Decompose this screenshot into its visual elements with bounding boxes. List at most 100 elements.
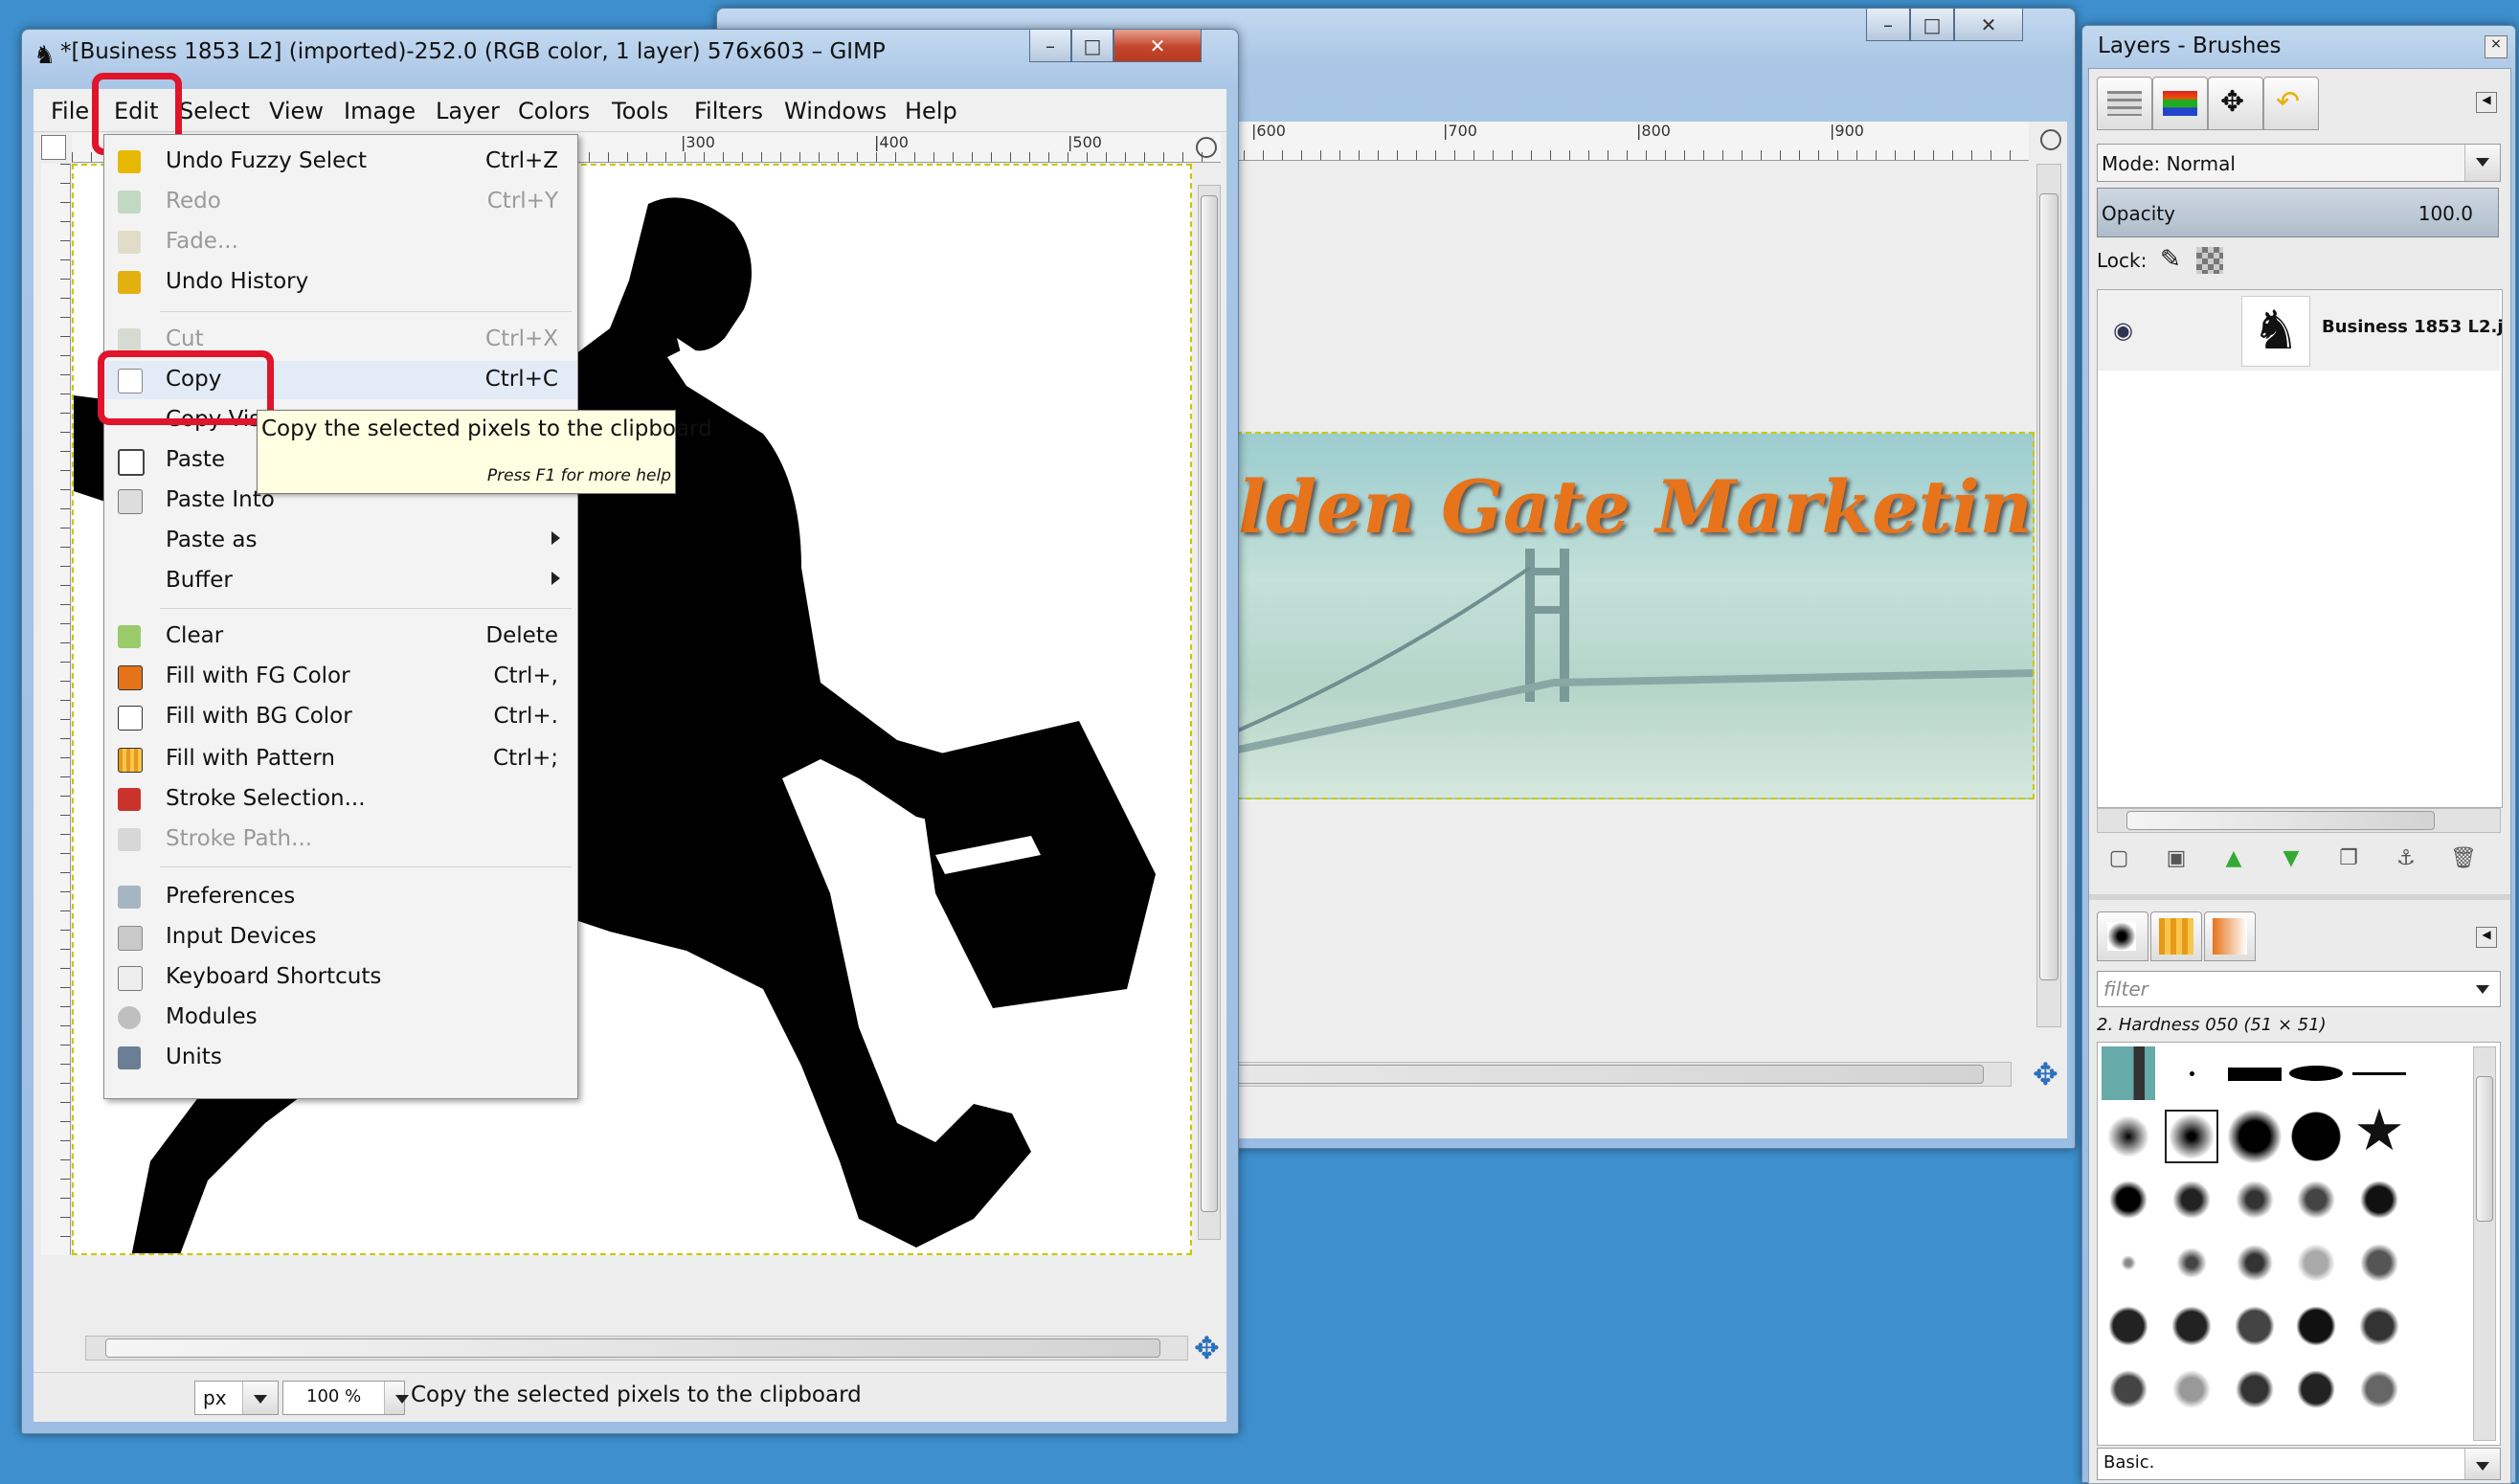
unit-selector[interactable]: px (194, 1381, 279, 1415)
brush-item[interactable] (2228, 1299, 2282, 1353)
brush-item[interactable] (2102, 1236, 2155, 1290)
menu-tools[interactable]: Tools (612, 98, 668, 124)
vscroll-thumb[interactable] (1201, 195, 1218, 1212)
brush-item[interactable] (2289, 1299, 2343, 1353)
vertical-scrollbar[interactable] (1198, 185, 1221, 1240)
tab-paths[interactable]: ✥ (2208, 77, 2263, 130)
menu-item-fill-with-fg-color[interactable]: Fill with FG Color Ctrl+, (104, 658, 577, 696)
menu-file[interactable]: File (51, 98, 89, 124)
menu-item-modules[interactable]: Modules (104, 999, 577, 1037)
menu-windows[interactable]: Windows (784, 98, 887, 124)
brush-item[interactable] (2352, 1299, 2406, 1353)
brush-item[interactable] (2165, 1236, 2218, 1290)
hscroll-thumb[interactable] (105, 1338, 1160, 1358)
delete-layer-icon[interactable]: 🗑 (2447, 846, 2480, 875)
mode-selector[interactable]: Mode: Normal (2097, 144, 2501, 182)
menu-select[interactable]: Select (179, 98, 250, 124)
brush-item[interactable] (2352, 1046, 2406, 1100)
brush-item[interactable] (2228, 1236, 2282, 1290)
menu-colors[interactable]: Colors (518, 98, 590, 124)
brush-item[interactable] (2165, 1173, 2218, 1226)
new-layer-icon[interactable]: ▢ (2103, 846, 2135, 875)
anchor-layer-icon[interactable]: ⚓ (2390, 846, 2422, 875)
tab-brushes[interactable] (2097, 911, 2148, 961)
menu-view[interactable]: View (269, 98, 324, 124)
menu-item-keyboard-shortcuts[interactable]: Keyboard Shortcuts (104, 958, 577, 997)
back-vertical-scrollbar[interactable] (2036, 164, 2061, 1027)
menu-item-clear[interactable]: Clear Delete (104, 618, 577, 656)
brush-filter[interactable]: filter (2097, 971, 2501, 1007)
visibility-eye-icon[interactable]: ◉ (2113, 317, 2133, 344)
brush-item[interactable] (2102, 1046, 2155, 1100)
menu-item-redo[interactable]: Redo Ctrl+Y (104, 183, 577, 221)
back-maximize-button[interactable]: □ (1910, 9, 1954, 41)
brush-item[interactable] (2352, 1362, 2406, 1416)
opacity-slider[interactable]: Opacity 100.0 (2097, 188, 2499, 237)
lock-pixels-icon[interactable]: ✎ (2160, 245, 2181, 274)
horizontal-scrollbar[interactable] (85, 1336, 1188, 1360)
brush-item[interactable] (2352, 1236, 2406, 1290)
tab-layers[interactable] (2097, 77, 2152, 130)
back-zoom-icon[interactable] (2040, 129, 2061, 150)
menu-item-stroke-path[interactable]: Stroke Path... (104, 821, 577, 859)
brush-item[interactable]: ★ (2352, 1102, 2406, 1159)
raise-layer-icon[interactable]: ▲ (2217, 846, 2250, 875)
brush-item[interactable] (2102, 1110, 2155, 1163)
menu-layer[interactable]: Layer (436, 98, 500, 124)
menu-item-fill-with-bg-color[interactable]: Fill with BG Color Ctrl+. (104, 698, 577, 736)
brush-item[interactable] (2165, 1299, 2218, 1353)
menu-filters[interactable]: Filters (694, 98, 763, 124)
duplicate-layer-icon[interactable]: ❐ (2332, 846, 2365, 875)
menu-item-undo-history[interactable]: Undo History (104, 263, 577, 302)
brush-item[interactable] (2102, 1362, 2155, 1416)
back-vscroll-thumb[interactable] (2039, 193, 2058, 980)
brush-item[interactable] (2289, 1236, 2343, 1290)
tab-gradients[interactable] (2204, 911, 2256, 961)
brush-item[interactable] (2228, 1110, 2282, 1163)
maximize-button[interactable]: □ (1071, 30, 1113, 62)
tab-menu-icon[interactable]: ◀ (2476, 92, 2497, 113)
navigate-icon[interactable]: ✥ (1194, 1330, 1220, 1366)
menu-item-fill-with-pattern[interactable]: Fill with Pattern Ctrl+; (104, 740, 577, 778)
menu-item-undo-fuzzy-select[interactable]: Undo Fuzzy Select Ctrl+Z (104, 143, 577, 181)
brush-item[interactable] (2228, 1173, 2282, 1226)
lower-layer-icon[interactable]: ▼ (2275, 846, 2307, 875)
brush-vscroll[interactable] (2473, 1046, 2496, 1441)
brush-item[interactable] (2228, 1046, 2282, 1100)
brush-preset-selector[interactable]: Basic. (2097, 1448, 2501, 1480)
menu-item-input-devices[interactable]: Input Devices (104, 918, 577, 956)
menu-item-preferences[interactable]: Preferences (104, 878, 577, 916)
lock-alpha-icon[interactable] (2196, 247, 2223, 274)
menu-item-units[interactable]: Units (104, 1039, 577, 1077)
back-minimize-button[interactable]: – (1866, 9, 1910, 41)
minimize-button[interactable]: – (1029, 30, 1071, 62)
tab-undo[interactable]: ↶ (2263, 77, 2319, 130)
menu-item-buffer[interactable]: Buffer (104, 562, 577, 600)
back-navigate-icon[interactable]: ✥ (2033, 1056, 2058, 1092)
back-close-button[interactable]: ✕ (1954, 9, 2023, 41)
layer-name[interactable]: Business 1853 L2.j (2322, 317, 2504, 337)
zoom-selector[interactable]: 100 % (282, 1381, 409, 1415)
dock-close-icon[interactable]: × (2485, 35, 2508, 58)
brush-item[interactable] (2102, 1299, 2155, 1353)
new-layer-group-icon[interactable]: ▣ (2160, 846, 2193, 875)
brush-item[interactable] (2165, 1362, 2218, 1416)
brush-item[interactable] (2165, 1046, 2218, 1100)
brush-item[interactable] (2289, 1362, 2343, 1416)
zoom-icon[interactable] (1196, 137, 1217, 158)
brush-item[interactable] (2289, 1110, 2343, 1163)
layers-hscroll-thumb[interactable] (2126, 811, 2435, 830)
brush-tab-menu-icon[interactable]: ◀ (2476, 927, 2497, 948)
menu-item-stroke-selection[interactable]: Stroke Selection... (104, 780, 577, 819)
tab-patterns[interactable] (2150, 911, 2202, 961)
menu-image[interactable]: Image (344, 98, 416, 124)
brush-item[interactable] (2289, 1046, 2343, 1100)
close-button[interactable]: ✕ (1113, 30, 1202, 62)
quick-mask-toggle[interactable] (41, 135, 66, 160)
brush-item[interactable] (2102, 1173, 2155, 1226)
menu-item-fade[interactable]: Fade... (104, 223, 577, 261)
layers-hscroll[interactable] (2097, 808, 2501, 833)
brush-item[interactable] (2352, 1173, 2406, 1226)
tab-channels[interactable] (2152, 77, 2208, 130)
menu-item-paste-as[interactable]: Paste as (104, 522, 577, 560)
